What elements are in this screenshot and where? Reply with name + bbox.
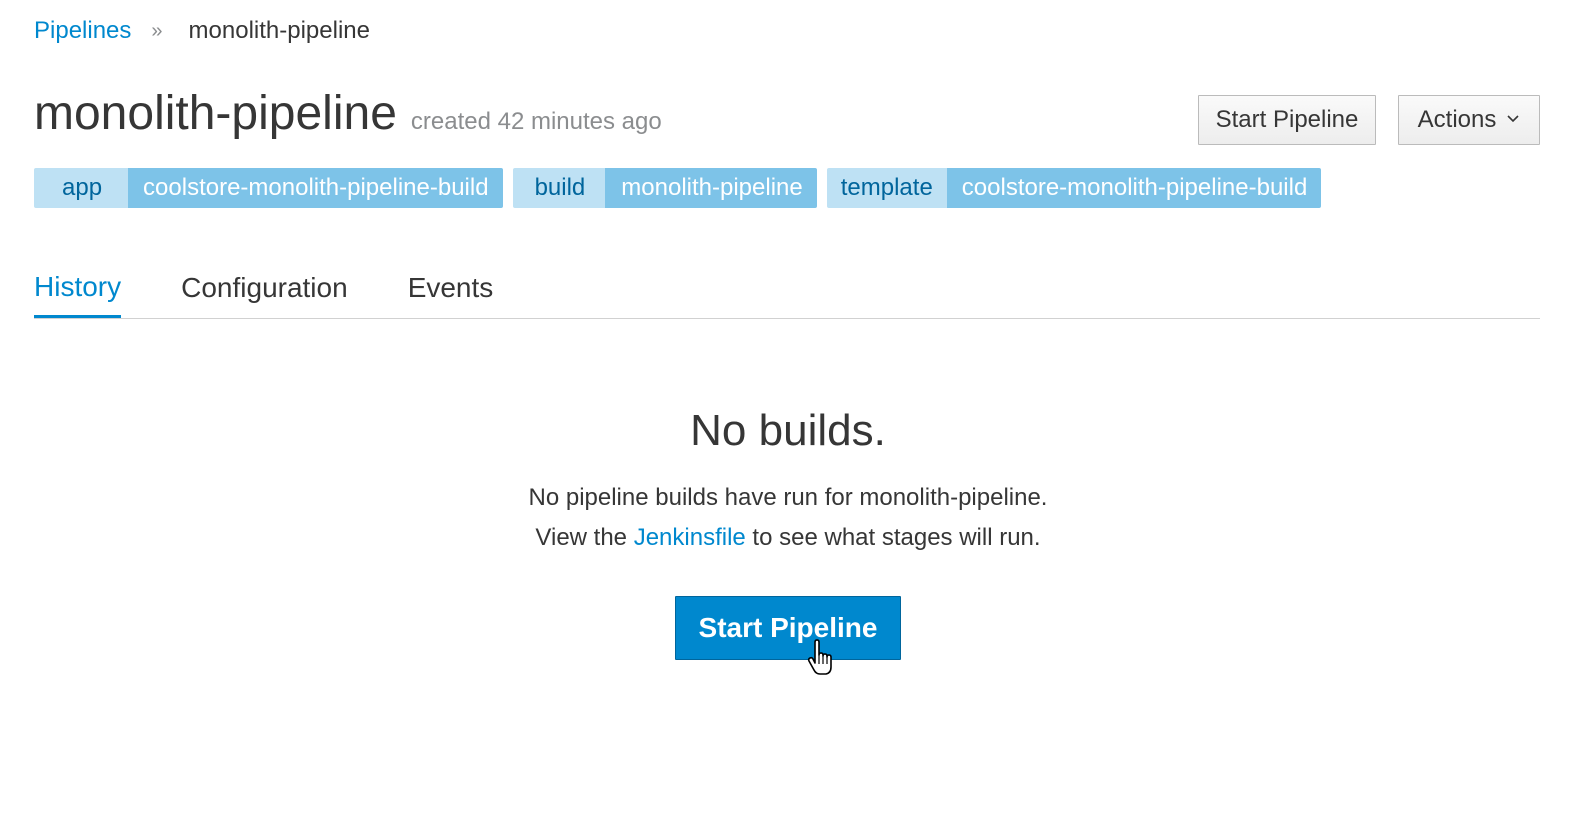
label-value: coolstore-monolith-pipeline-build bbox=[946, 168, 1322, 208]
actions-label: Actions bbox=[1417, 106, 1497, 133]
start-pipeline-button[interactable]: Start Pipeline bbox=[675, 596, 901, 660]
actions-dropdown-button[interactable]: Actions bbox=[1398, 95, 1540, 145]
page-title: monolith-pipeline bbox=[34, 87, 397, 140]
label-key: template bbox=[826, 168, 947, 208]
label-value: monolith-pipeline bbox=[605, 168, 817, 208]
chevron-down-icon bbox=[1506, 111, 1520, 129]
page-header: monolith-pipeline created 42 minutes ago bbox=[34, 86, 662, 150]
label-value: coolstore-monolith-pipeline-build bbox=[128, 168, 503, 208]
label-key: build bbox=[512, 168, 606, 208]
empty-state-hint: View the Jenkinsfile to see what stages … bbox=[0, 518, 1576, 558]
tab-configuration[interactable]: Configuration bbox=[181, 258, 348, 318]
page-subtitle: created 42 minutes ago bbox=[410, 108, 662, 135]
hand-cursor-icon bbox=[806, 638, 840, 678]
tab-bar: History Configuration Events bbox=[34, 258, 1540, 319]
empty-state-title: No builds. bbox=[690, 406, 886, 455]
breadcrumb-separator: » bbox=[151, 19, 163, 42]
empty-state-message: No pipeline builds have run for monolith… bbox=[528, 484, 1048, 511]
breadcrumb: Pipelines » monolith-pipeline bbox=[34, 14, 370, 48]
empty-state: No builds. No pipeline builds have run f… bbox=[0, 400, 1576, 558]
breadcrumb-pipelines-link[interactable]: Pipelines bbox=[34, 17, 131, 45]
label-app[interactable]: app coolstore-monolith-pipeline-build bbox=[34, 168, 503, 208]
label-list: app coolstore-monolith-pipeline-build bu… bbox=[34, 168, 1322, 208]
start-pipeline-header-button[interactable]: Start Pipeline bbox=[1198, 95, 1376, 145]
label-template[interactable]: template coolstore-monolith-pipeline-bui… bbox=[826, 168, 1322, 208]
breadcrumb-current: monolith-pipeline bbox=[188, 17, 370, 44]
label-build[interactable]: build monolith-pipeline bbox=[512, 168, 817, 208]
tab-history[interactable]: History bbox=[34, 258, 122, 318]
tab-events[interactable]: Events bbox=[408, 258, 494, 318]
label-key: app bbox=[34, 168, 129, 208]
jenkinsfile-link[interactable]: Jenkinsfile bbox=[634, 524, 746, 551]
hint-prefix: View the bbox=[535, 524, 634, 551]
hint-suffix: to see what stages will run. bbox=[745, 524, 1041, 551]
